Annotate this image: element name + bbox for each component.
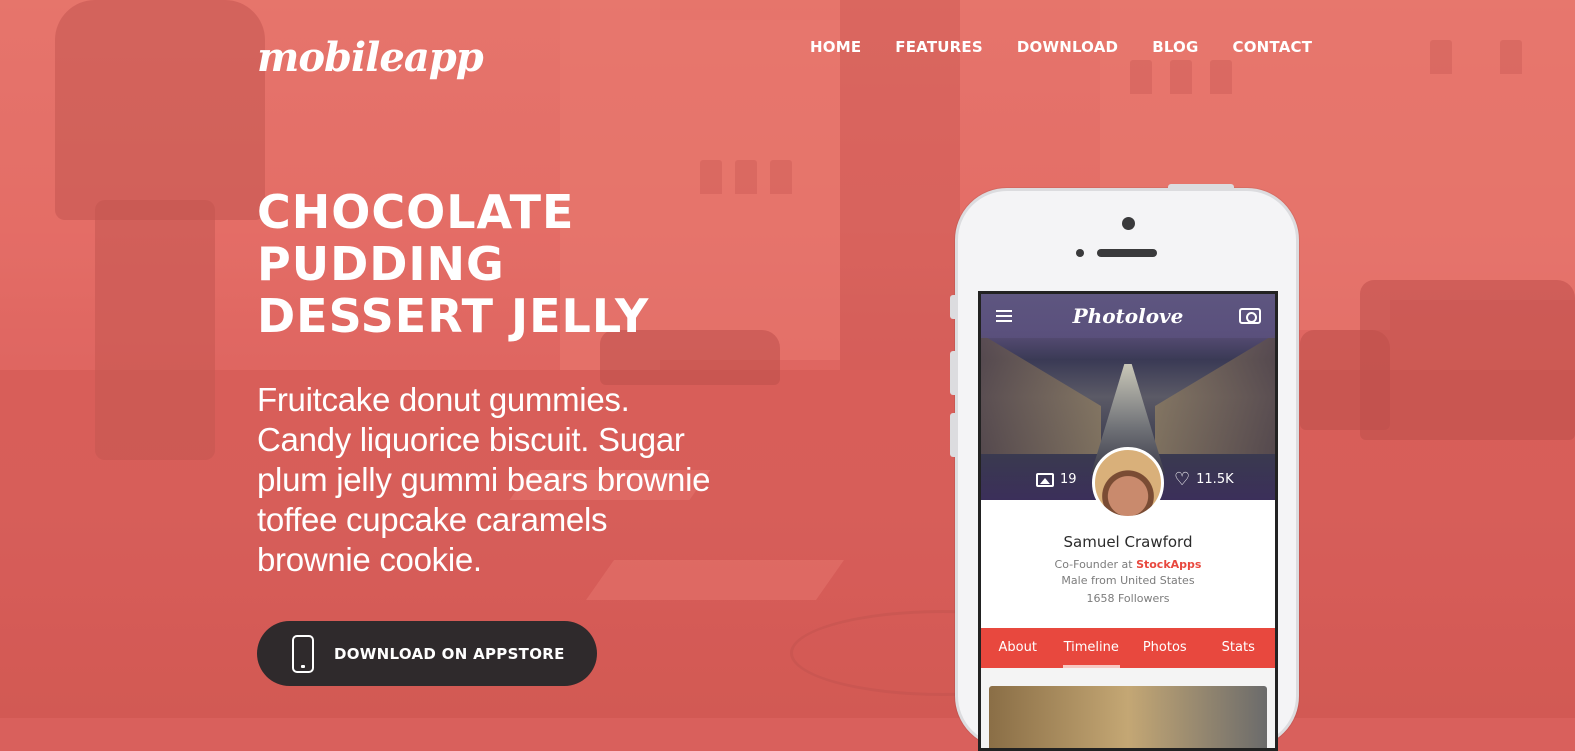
headline-line: PUDDING — [257, 237, 505, 291]
tab-timeline[interactable]: Timeline — [1055, 628, 1129, 668]
nav-features[interactable]: FEATURES — [895, 38, 983, 56]
headline-line: CHOCOLATE — [257, 185, 575, 239]
hero-headline: CHOCOLATE PUDDING DESSERT JELLY — [257, 186, 727, 342]
background-overlay — [0, 0, 1575, 718]
description-line: brownie cookie. — [257, 541, 482, 578]
heart-icon: ♡ — [1174, 468, 1191, 490]
phone-camera — [1122, 217, 1135, 230]
likes-count: 11.5K — [1196, 472, 1234, 487]
nav-home[interactable]: HOME — [810, 38, 861, 56]
main-nav: HOME FEATURES DOWNLOAD BLOG CONTACT — [810, 38, 1346, 56]
description-line: plum jelly gummi bears brownie — [257, 461, 711, 498]
description-line: Fruitcake donut gummies. — [257, 381, 630, 418]
profile-followers: 1658 Followers — [1086, 592, 1170, 605]
profile-role: Co-Founder at StockApps — [981, 558, 1275, 571]
nav-download[interactable]: DOWNLOAD — [1017, 38, 1118, 56]
camera-icon[interactable] — [1239, 308, 1261, 324]
phone-speaker — [1097, 249, 1157, 257]
profile-name: Samuel Crawford — [1063, 533, 1193, 551]
tab-stats[interactable]: Stats — [1202, 628, 1276, 668]
profile-tabs: About Timeline Photos Stats — [981, 628, 1275, 668]
phone-sensor — [1076, 249, 1084, 257]
timeline-post-image[interactable] — [989, 686, 1267, 748]
app-bar: Photolove — [981, 294, 1275, 338]
phone-volume-button — [950, 351, 956, 395]
nav-contact[interactable]: CONTACT — [1233, 38, 1313, 56]
phone-volume-button — [950, 413, 956, 457]
cta-label: DOWNLOAD ON APPSTORE — [334, 644, 565, 663]
profile-card: Samuel Crawford Co-Founder at StockApps … — [981, 500, 1275, 628]
tab-about[interactable]: About — [981, 628, 1055, 668]
role-prefix: Co-Founder at — [1054, 558, 1133, 571]
avatar[interactable] — [1092, 447, 1164, 519]
image-icon — [1036, 472, 1054, 487]
company-link[interactable]: StockApps — [1136, 558, 1201, 571]
phone-side-button — [950, 295, 956, 319]
tab-photos[interactable]: Photos — [1128, 628, 1202, 668]
hero-background — [0, 0, 1575, 718]
smartphone-icon — [292, 634, 314, 673]
cover-building-left — [981, 334, 1101, 454]
photos-count: 19 — [1060, 472, 1077, 487]
nav-blog[interactable]: BLOG — [1152, 38, 1198, 56]
photos-stat: 19 — [1036, 472, 1077, 487]
profile-location: Male from United States — [1061, 574, 1195, 587]
hero-description: Fruitcake donut gummies. Candy liquorice… — [257, 380, 737, 580]
phone-screen: Photolove 19 ♡ 11.5K Samuel Crawford Co-… — [978, 291, 1278, 751]
download-appstore-button[interactable]: DOWNLOAD ON APPSTORE — [257, 621, 597, 686]
app-brand: Photolove — [1072, 304, 1184, 328]
description-line: toffee cupcake caramels — [257, 501, 608, 538]
headline-line: DESSERT JELLY — [257, 289, 650, 343]
phone-power-button — [1168, 184, 1234, 190]
timeline-feed — [981, 668, 1275, 748]
likes-stat: ♡ 11.5K — [1174, 468, 1234, 490]
cover-building-right — [1155, 334, 1275, 454]
site-logo[interactable]: mobileapp — [257, 34, 484, 81]
description-line: Candy liquorice biscuit. Sugar — [257, 421, 685, 458]
phone-mockup: Photolove 19 ♡ 11.5K Samuel Crawford Co-… — [950, 184, 1299, 751]
